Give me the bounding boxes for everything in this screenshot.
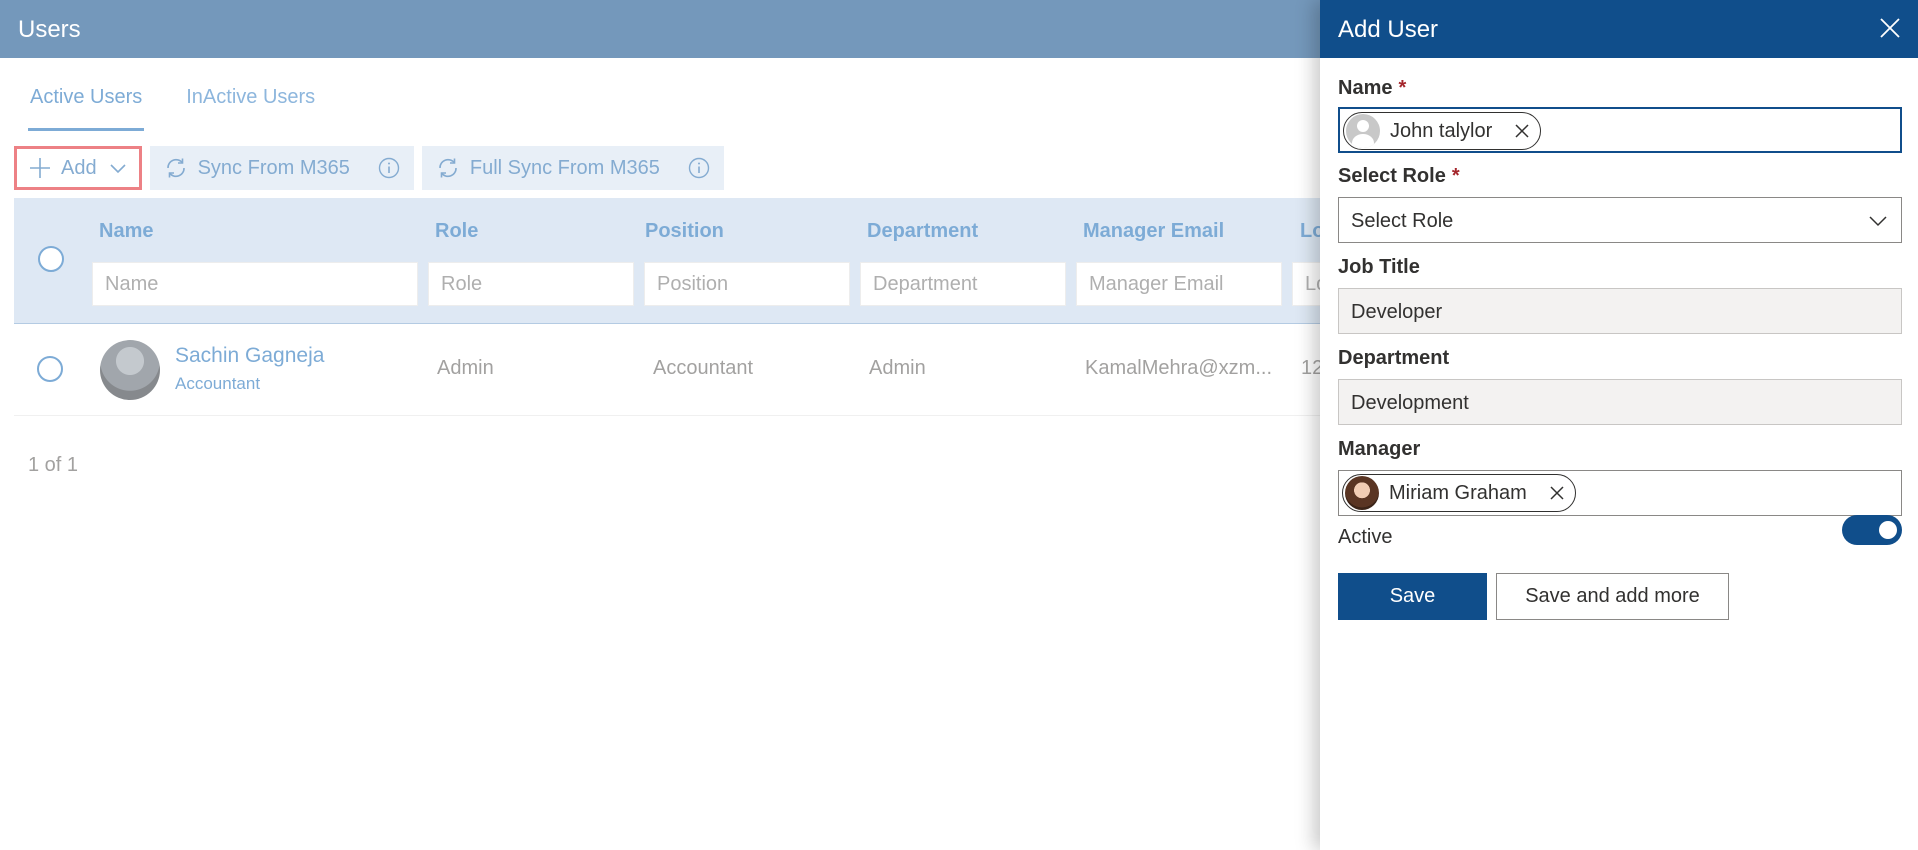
manager-chip-label: Miriam Graham [1389, 481, 1527, 504]
role-label: Select Role * [1338, 165, 1460, 188]
role-dropdown-value: Select Role [1351, 210, 1454, 232]
department-field[interactable]: Development [1338, 379, 1902, 425]
name-people-picker[interactable]: John talylor [1338, 107, 1902, 153]
toggle-knob [1879, 521, 1897, 539]
active-label: Active [1338, 526, 1393, 548]
role-dropdown[interactable]: Select Role [1338, 197, 1902, 243]
job-title-label: Job Title [1338, 256, 1420, 278]
name-label: Name * [1338, 77, 1406, 100]
job-title-value: Developer [1351, 301, 1443, 323]
name-label-text: Name [1338, 77, 1393, 99]
panel-title: Add User [1338, 16, 1439, 43]
active-toggle[interactable] [1842, 515, 1902, 545]
save-button[interactable]: Save [1338, 573, 1487, 620]
manager-people-picker[interactable]: Miriam Graham [1338, 470, 1902, 516]
department-value: Development [1351, 392, 1469, 414]
name-chip-label: John talylor [1390, 119, 1493, 142]
remove-icon[interactable] [1514, 123, 1530, 139]
manager-chip: Miriam Graham [1342, 474, 1576, 512]
remove-icon[interactable] [1549, 485, 1565, 501]
name-chip: John talylor [1343, 112, 1542, 150]
manager-label: Manager [1338, 438, 1421, 460]
department-label: Department [1338, 347, 1450, 369]
job-title-field[interactable]: Developer [1338, 288, 1902, 334]
person-icon [1346, 114, 1380, 148]
role-label-text: Select Role [1338, 165, 1446, 187]
panel-header: Add User [1320, 0, 1918, 58]
required-mark: * [1451, 165, 1460, 187]
required-mark: * [1398, 77, 1407, 99]
chevron-down-icon [1869, 212, 1887, 230]
save-and-add-more-button[interactable]: Save and add more [1496, 573, 1729, 620]
add-user-panel: Add User Name * John talylor Select Role *… [1320, 0, 1918, 850]
avatar [1345, 476, 1379, 510]
close-icon[interactable] [1878, 16, 1902, 40]
